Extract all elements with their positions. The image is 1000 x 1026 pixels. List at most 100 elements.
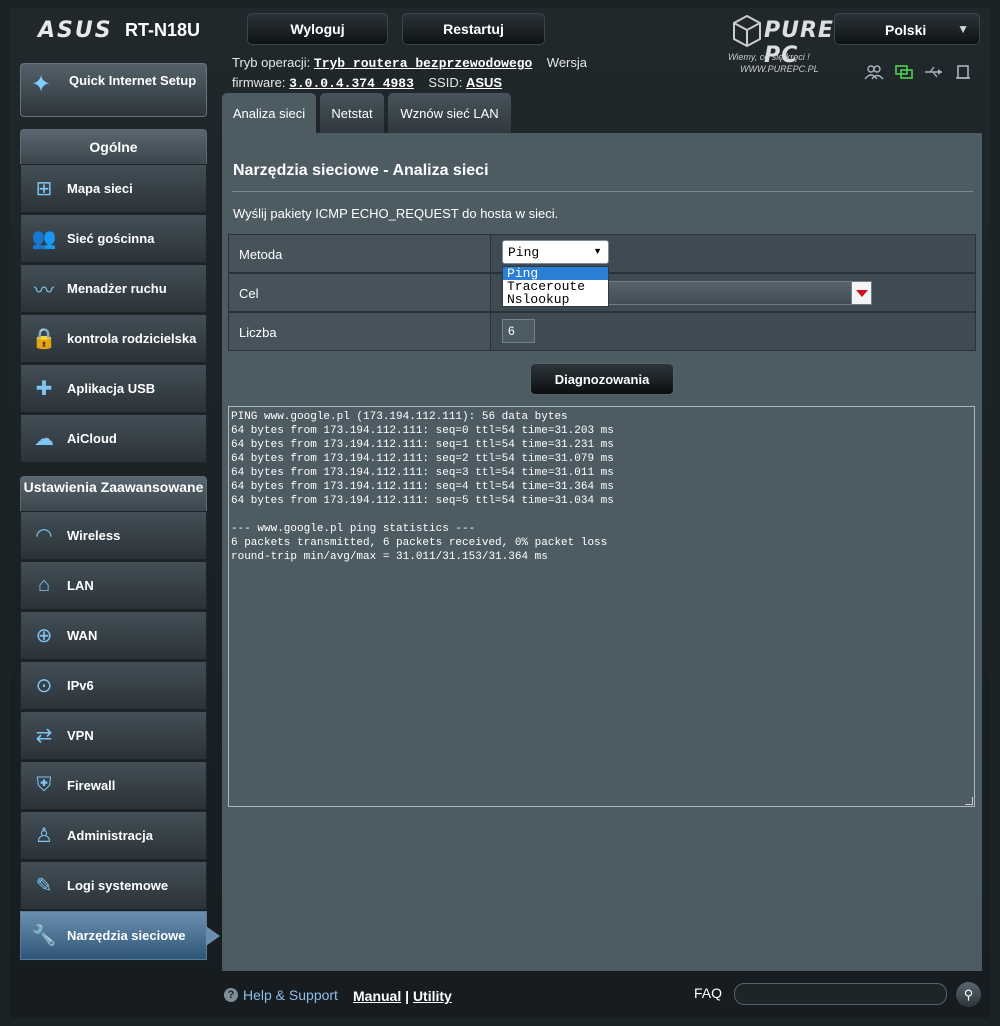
sidebar-item-home[interactable]: ⌂ LAN	[20, 561, 207, 610]
magic-wand-icon: ✦	[31, 71, 52, 98]
quick-internet-setup-button[interactable]: ✦ Quick Internet Setup	[20, 63, 207, 117]
firmware-link[interactable]: 3.0.0.4.374_4983	[289, 76, 414, 91]
target-label: Cel	[229, 274, 491, 311]
output-textarea[interactable]: PING www.google.pl (173.194.112.111): 56…	[228, 406, 975, 807]
target-dropdown-button[interactable]	[851, 281, 872, 305]
sidebar-item-wifi[interactable]: ◠ Wireless	[20, 511, 207, 560]
search-icon[interactable]: ⚲	[956, 982, 981, 1007]
purepc-url: WWW.PUREPC.PL	[740, 64, 819, 74]
method-dropdown-list: Ping Traceroute Nslookup	[502, 266, 609, 307]
cloud-icon: ☁	[34, 428, 54, 450]
sidebar-item-label: WAN	[67, 627, 98, 643]
utility-link[interactable]: Utility	[413, 988, 452, 1004]
lock-icon: 🔒	[31, 328, 57, 350]
count-row: Liczba	[228, 312, 976, 351]
asus-logo: ASUS	[38, 18, 113, 43]
sidebar-item-puzzle[interactable]: ✚ Aplikacja USB	[20, 364, 207, 413]
ipv6-icon: ⊙	[35, 675, 53, 697]
count-label: Liczba	[229, 313, 491, 350]
resize-grip-icon[interactable]	[965, 797, 973, 805]
sidebar-item-traffic-manager[interactable]: 〰 Menadżer ruchu	[20, 264, 207, 313]
sidebar-item-label: VPN	[67, 727, 94, 743]
network-map-icon: ⊞	[35, 178, 53, 200]
method-select[interactable]: Ping ▼	[502, 240, 609, 264]
puzzle-icon: ✚	[35, 378, 53, 400]
sidebar-item-wrench[interactable]: 🔧 Narzędzia sieciowe	[20, 911, 220, 960]
sidebar-item-label: LAN	[67, 577, 94, 593]
sidebar-item-label: AiCloud	[67, 430, 117, 446]
sidebar-item-network-map[interactable]: ⊞ Mapa sieci	[20, 164, 207, 213]
faq-search-input[interactable]	[734, 983, 947, 1005]
restart-button[interactable]: Restartuj	[402, 13, 545, 45]
method-label: Metoda	[229, 235, 491, 272]
tab-network-analysis[interactable]: Analiza sieci	[222, 93, 316, 133]
firmware-label: firmware:	[232, 75, 286, 90]
sidebar-item-label: Mapa sieci	[67, 180, 133, 196]
sidebar-item-lock[interactable]: 🔒 kontrola rodzicielska	[20, 314, 207, 363]
sidebar-item-label: Aplikacja USB	[67, 380, 156, 396]
ssid-link[interactable]: ASUS	[466, 75, 502, 90]
guest-network-icon: 👥	[31, 228, 57, 250]
method-selected-value: Ping	[508, 245, 540, 260]
globe-icon: ⊕	[35, 625, 53, 647]
help-support-link[interactable]: ? Help & Support	[224, 987, 338, 1003]
sidebar-item-globe[interactable]: ⊕ WAN	[20, 611, 207, 660]
wifi-icon: ◠	[35, 525, 53, 547]
ssid-label: SSID:	[428, 75, 463, 90]
help-label: Help & Support	[243, 987, 338, 1003]
chevron-down-icon: ▼	[957, 22, 969, 36]
footer-separator: |	[405, 988, 410, 1004]
sidebar-item-vpn[interactable]: ⇄ VPN	[20, 711, 207, 760]
footer-links: Manual | Utility	[353, 988, 452, 1004]
count-input[interactable]: 6	[502, 319, 535, 343]
purepc-cube-icon	[733, 14, 761, 48]
sidebar-item-ipv6[interactable]: ⊙ IPv6	[20, 661, 207, 710]
status-icons	[864, 64, 974, 80]
op-mode-label: Tryb operacji:	[232, 55, 311, 70]
sidebar-item-label: Logi systemowe	[67, 877, 169, 893]
network-status-icon[interactable]	[894, 64, 914, 80]
sidebar-item-label: Administracja	[67, 827, 153, 843]
target-input[interactable]	[600, 281, 872, 305]
manual-link[interactable]: Manual	[353, 988, 401, 1004]
admin-user-icon: ♙	[35, 825, 53, 847]
quick-setup-label: Quick Internet Setup	[69, 73, 197, 88]
diagnose-button[interactable]: Diagnozowania	[530, 363, 674, 395]
method-option[interactable]: Nslookup	[503, 293, 608, 306]
sidebar-item-log-edit[interactable]: ✎ Logi systemowe	[20, 861, 207, 910]
tab-wake-on-lan[interactable]: Wznów sieć LAN	[388, 93, 511, 133]
faq-label: FAQ	[694, 985, 723, 1001]
printer-icon[interactable]	[954, 64, 974, 80]
select-arrow-icon: ▼	[593, 246, 602, 256]
sidebar-item-guest-network[interactable]: 👥 Sieć gościnna	[20, 214, 207, 263]
shield-icon: ⛨	[36, 774, 52, 796]
logout-button[interactable]: Wyloguj	[247, 13, 388, 45]
sidebar-item-label: Sieć gościnna	[67, 230, 155, 246]
router-model: RT-N18U	[125, 20, 201, 40]
traffic-manager-icon: 〰	[34, 280, 54, 302]
sidebar-item-shield[interactable]: ⛨ Firewall	[20, 761, 207, 810]
sidebar-item-admin-user[interactable]: ♙ Administracja	[20, 811, 207, 860]
purepc-slogan: Wiemy, co się kręci !	[728, 52, 810, 62]
version-label: Wersja	[546, 55, 588, 70]
sidebar-item-label: Narzędzia sieciowe	[67, 927, 186, 943]
sidebar-item-label: IPv6	[67, 677, 94, 693]
page-description: Wyślij pakiety ICMP ECHO_REQUEST do host…	[233, 206, 559, 221]
language-select[interactable]: Polski ▼	[834, 13, 980, 45]
sidebar-item-cloud[interactable]: ☁ AiCloud	[20, 414, 207, 463]
help-icon: ?	[224, 988, 238, 1002]
clients-icon[interactable]	[864, 64, 884, 80]
home-icon: ⌂	[37, 574, 51, 596]
usb-icon[interactable]	[924, 64, 944, 80]
title-divider	[232, 191, 973, 192]
sidebar-item-label: Firewall	[67, 777, 116, 793]
sidebar-item-label: Wireless	[67, 527, 121, 543]
wrench-icon: 🔧	[31, 925, 57, 947]
tab-netstat[interactable]: Netstat	[320, 93, 384, 133]
op-mode-link[interactable]: Tryb routera bezprzewodowego	[314, 56, 532, 71]
general-section-header: Ogólne	[20, 129, 207, 165]
advanced-section-header: Ustawienia Zaawansowane	[20, 476, 207, 512]
operation-info: Tryb operacji: Tryb routera bezprzewodow…	[232, 53, 587, 93]
vpn-icon: ⇄	[35, 725, 53, 747]
output-text: PING www.google.pl (173.194.112.111): 56…	[231, 411, 614, 563]
